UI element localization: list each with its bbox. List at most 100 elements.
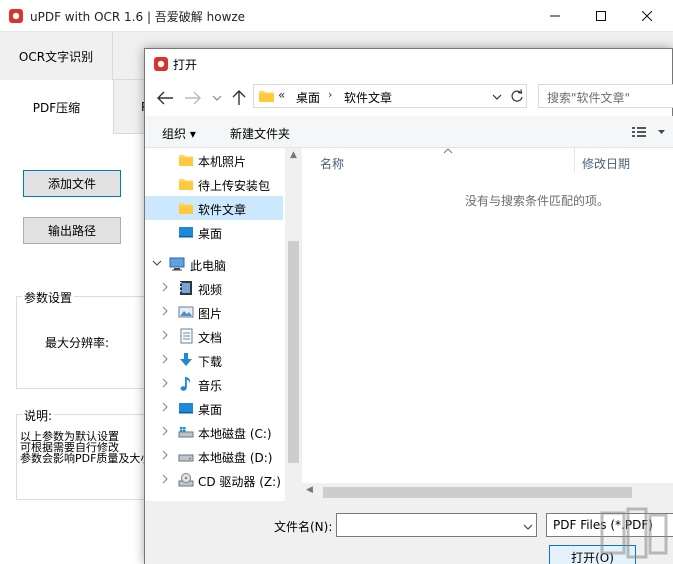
- up-arrow-icon[interactable]: [230, 88, 248, 106]
- scrollbar-thumb[interactable]: [288, 241, 299, 463]
- info-group-label: 说明:: [22, 407, 55, 424]
- info-line: 参数会影响PDF质量及大小: [20, 452, 144, 464]
- nav-item-label: 本地磁盘 (D:): [198, 451, 273, 465]
- scrollbar-thumb[interactable]: [323, 487, 632, 498]
- scroll-up-arrow-icon[interactable]: ▲: [285, 150, 302, 162]
- expanded-chevron-icon[interactable]: [152, 257, 162, 269]
- navigation-pane: 本机照片 待上传安装包 软件文章 桌面 此电脑 视频 图片 文档 下载 音乐 桌…: [145, 148, 302, 552]
- nav-item-documents[interactable]: 文档: [145, 324, 283, 348]
- close-button[interactable]: [624, 0, 670, 32]
- output-path-button[interactable]: 输出路径: [23, 217, 121, 244]
- nav-item-label: 图片: [198, 307, 223, 321]
- nav-item-cd-drive[interactable]: CD 驱动器 (Z:): [145, 468, 283, 492]
- breadcrumb-software-articles[interactable]: 软件文章: [344, 89, 392, 106]
- collapsed-chevron-icon[interactable]: [160, 449, 170, 461]
- filename-label: 文件名(N):: [274, 520, 333, 534]
- drive-icon: [178, 448, 194, 464]
- minimize-button[interactable]: [532, 0, 578, 32]
- add-file-button[interactable]: 添加文件: [23, 170, 121, 197]
- watermark-logo: [598, 505, 670, 561]
- pictures-icon: [178, 304, 194, 320]
- nav-item-drive-d[interactable]: 本地磁盘 (D:): [145, 444, 283, 468]
- nav-item-music[interactable]: 音乐: [145, 372, 283, 396]
- app-title: uPDF with OCR 1.6 | 吾爱破解 howze: [30, 10, 246, 24]
- column-header-name[interactable]: 名称: [320, 155, 344, 172]
- folder-icon: [259, 90, 274, 102]
- sort-ascending-icon: [442, 147, 454, 158]
- collapsed-chevron-icon[interactable]: [160, 425, 170, 437]
- collapsed-chevron-icon[interactable]: [160, 281, 170, 293]
- breadcrumb-desktop[interactable]: 桌面: [296, 89, 320, 106]
- collapsed-chevron-icon[interactable]: [160, 401, 170, 413]
- nav-item-label: 此电脑: [190, 259, 227, 273]
- folder-icon: [178, 200, 194, 216]
- filename-input[interactable]: [336, 513, 537, 537]
- chevron-down-icon[interactable]: [523, 521, 533, 531]
- desktop-icon: [178, 224, 194, 240]
- organize-button[interactable]: 组织 ▾: [162, 125, 196, 142]
- cd-drive-icon: [178, 472, 194, 488]
- desktop-icon: [178, 400, 194, 416]
- max-resolution-label: 最大分辨率:: [45, 336, 110, 350]
- params-group-label: 参数设置: [22, 289, 75, 306]
- nav-item-desktop[interactable]: 桌面: [145, 220, 283, 244]
- nav-item-label: 待上传安装包: [198, 179, 271, 193]
- open-file-dialog: 打开 « 桌面 › 软件文章 搜索"软件文章" 组织 ▾ 新建文件夹 本机照片 …: [144, 48, 673, 564]
- nav-item-label: 桌面: [198, 227, 223, 241]
- folder-icon: [178, 176, 194, 192]
- nav-item-videos[interactable]: 视频: [145, 276, 283, 300]
- tab-ocr[interactable]: OCR文字识别: [0, 32, 113, 80]
- file-list-horizontal-scrollbar[interactable]: ◀: [302, 483, 673, 501]
- forward-arrow-icon[interactable]: [183, 89, 203, 107]
- maximize-button[interactable]: [578, 0, 624, 32]
- nav-pane-scrollbar[interactable]: ▲ ▼: [285, 148, 302, 546]
- tab-pdf-compress[interactable]: PDF压缩: [0, 80, 113, 134]
- breadcrumb-separator[interactable]: ›: [328, 88, 332, 101]
- refresh-icon[interactable]: [507, 84, 527, 108]
- collapsed-chevron-icon[interactable]: [160, 473, 170, 485]
- download-icon: [178, 352, 194, 368]
- nav-item-software-articles[interactable]: 软件文章: [145, 196, 283, 220]
- nav-item-this-pc[interactable]: 此电脑: [145, 252, 283, 276]
- music-icon: [178, 376, 194, 392]
- recent-locations-chevron-icon[interactable]: [211, 91, 223, 105]
- dialog-toolbar: 组织 ▾ 新建文件夹: [145, 116, 673, 148]
- nav-item-downloads[interactable]: 下载: [145, 348, 283, 372]
- back-arrow-icon[interactable]: [155, 89, 175, 107]
- chevron-down-icon[interactable]: [492, 91, 502, 101]
- view-options-icon[interactable]: [630, 124, 668, 140]
- column-divider[interactable]: [574, 148, 575, 173]
- drive-windows-icon: [178, 424, 194, 440]
- collapsed-chevron-icon[interactable]: [160, 329, 170, 341]
- nav-item-desktop-2[interactable]: 桌面: [145, 396, 283, 420]
- video-icon: [178, 280, 194, 296]
- empty-folder-message: 没有与搜索条件匹配的项。: [464, 194, 609, 208]
- nav-item-label: 视频: [198, 283, 223, 297]
- nav-item-label: 文档: [198, 331, 223, 345]
- folder-icon: [178, 152, 194, 168]
- collapsed-chevron-icon[interactable]: [160, 353, 170, 365]
- collapsed-chevron-icon[interactable]: [160, 377, 170, 389]
- dialog-footer: 文件名(N): PDF Files (*.PDF) 打开(O): [145, 501, 673, 564]
- nav-item-pending-uploads[interactable]: 待上传安装包: [145, 172, 283, 196]
- nav-item-local-photos[interactable]: 本机照片: [145, 148, 283, 172]
- new-folder-button[interactable]: 新建文件夹: [230, 125, 290, 142]
- address-bar[interactable]: « 桌面 › 软件文章: [253, 84, 527, 108]
- app-titlebar: uPDF with OCR 1.6 | 吾爱破解 howze: [0, 0, 673, 32]
- scroll-left-arrow-icon[interactable]: ◀: [306, 485, 313, 495]
- search-input[interactable]: 搜索"软件文章": [538, 84, 673, 108]
- documents-icon: [178, 328, 194, 344]
- dialog-title: 打开: [173, 58, 198, 72]
- file-list-pane: 名称 修改日期 没有与搜索条件匹配的项。: [302, 148, 673, 501]
- collapsed-chevron-icon[interactable]: [160, 305, 170, 317]
- column-header-date-modified[interactable]: 修改日期: [582, 155, 630, 172]
- nav-item-label: 下载: [198, 355, 223, 369]
- app-logo-icon: [8, 8, 24, 24]
- dialog-app-icon: [153, 56, 169, 72]
- nav-item-label: 本机照片: [198, 155, 247, 169]
- tab-partial[interactable]: P: [113, 80, 148, 134]
- nav-item-pictures[interactable]: 图片: [145, 300, 283, 324]
- nav-item-drive-c[interactable]: 本地磁盘 (C:): [145, 420, 283, 444]
- address-overflow[interactable]: «: [278, 88, 285, 102]
- nav-item-label: CD 驱动器 (Z:): [198, 475, 281, 489]
